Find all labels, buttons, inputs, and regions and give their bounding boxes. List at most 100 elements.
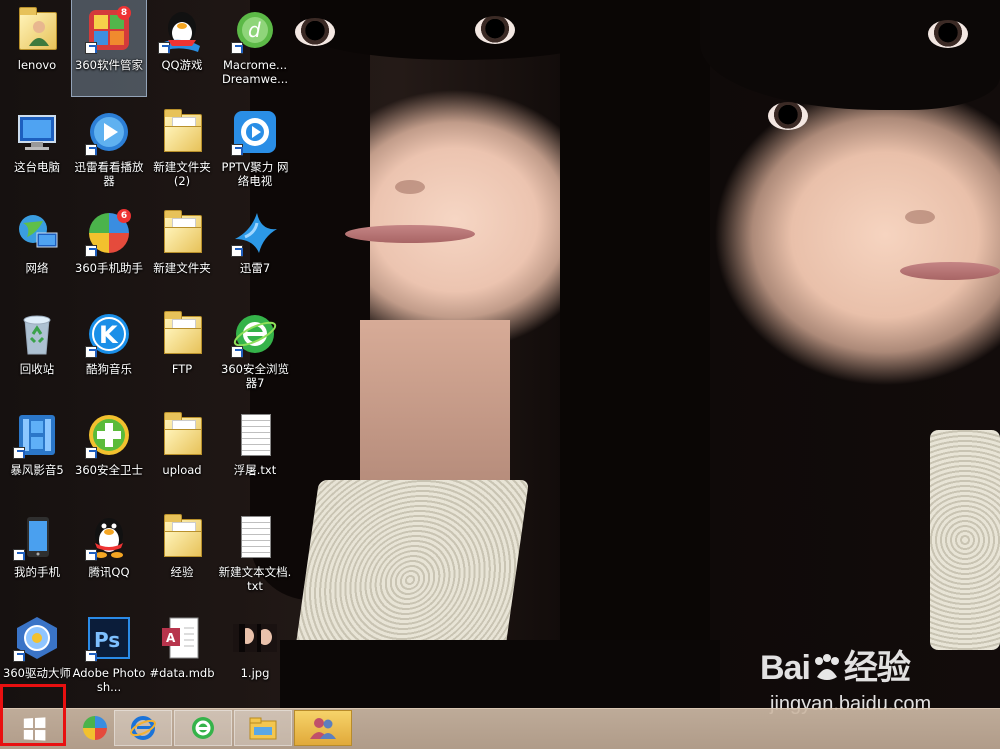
shortcut-arrow-icon: [85, 42, 97, 54]
svg-text:d: d: [248, 18, 261, 42]
text-file-icon: [241, 516, 271, 558]
desktop-icon-label: Macrome... Dreamwe...: [221, 58, 289, 86]
desktop-icon-label: 回收站: [19, 362, 55, 376]
start-button-highlight: [0, 684, 66, 746]
shortcut-arrow-icon: [231, 42, 243, 54]
folder-icon: [158, 411, 206, 459]
shortcut-arrow-icon: [85, 346, 97, 358]
desktop-icon-label: 360驱动大师: [3, 666, 71, 680]
shortcut-arrow-icon: [231, 245, 243, 257]
notification-badge: 8: [117, 6, 131, 20]
folder-icon: [158, 108, 206, 156]
access-database-icon: A: [158, 614, 206, 662]
desktop-icon[interactable]: 回收站: [0, 304, 74, 400]
shortcut-arrow-icon: [13, 650, 25, 662]
taskbar-item-internet-explorer[interactable]: [114, 710, 172, 746]
baofeng-player-icon: [13, 411, 61, 459]
desktop-icon[interactable]: Ps Adobe Photosh...: [72, 608, 146, 704]
xunlei-bird-icon: [231, 209, 279, 257]
desktop-icon[interactable]: 浮屠.txt: [218, 405, 292, 501]
desktop-icon[interactable]: 新建文本文档.txt: [218, 507, 292, 603]
desktop-icon-label: 暴风影音5: [10, 463, 64, 477]
desktop-icon[interactable]: d Macrome... Dreamwe...: [218, 0, 292, 96]
desktop-icon[interactable]: 6 360手机助手: [72, 203, 146, 299]
desktop-icon[interactable]: 迅雷看看播放器: [72, 102, 146, 198]
shortcut-arrow-icon: [85, 650, 97, 662]
desktop-icon[interactable]: 网络: [0, 203, 74, 299]
svg-text:A: A: [166, 631, 176, 645]
desktop-icon-label: Adobe Photosh...: [72, 666, 146, 694]
watermark-brand-left: Bai: [760, 649, 811, 687]
text-file-icon: [231, 411, 279, 459]
baidu-watermark: Bai 经验 jingyan.baidu.com: [760, 640, 990, 716]
desktop-icon[interactable]: 经验: [145, 507, 219, 603]
pptv-icon: [231, 108, 279, 156]
shortcut-arrow-icon: [13, 549, 25, 561]
360-driver-master-icon: [13, 614, 61, 662]
desktop-icon-label: PPTV聚力 网络电视: [221, 160, 289, 188]
desktop-icon[interactable]: 我的手机: [0, 507, 74, 603]
desktop-icon[interactable]: 新建文件夹 (2): [145, 102, 219, 198]
desktop-icon-label: 网络: [25, 261, 49, 275]
360-phone-assistant-icon: 6: [85, 209, 133, 257]
network-icon: [13, 209, 61, 257]
desktop-icon[interactable]: PPTV聚力 网络电视: [218, 102, 292, 198]
user-folder-icon: [13, 6, 61, 54]
phone-icon: [13, 513, 61, 561]
360-security-icon: [85, 411, 133, 459]
desktop-icon-label: 新建文件夹: [153, 261, 211, 275]
desktop-icon-label: lenovo: [17, 58, 57, 72]
svg-text:Ps: Ps: [94, 628, 120, 652]
image-thumbnail-icon: [231, 614, 279, 662]
dreamweaver-icon: d: [231, 6, 279, 54]
taskbar-item-360-browser[interactable]: [174, 710, 232, 746]
qq-penguin-icon: [85, 513, 133, 561]
computer-icon: [13, 108, 61, 156]
desktop-icon[interactable]: 迅雷7: [218, 203, 292, 299]
desktop-icon[interactable]: K 酷狗音乐: [72, 304, 146, 400]
desktop-icon-label: 浮屠.txt: [233, 463, 277, 477]
text-file-icon: [241, 414, 271, 456]
xunlei-player-icon: [85, 108, 133, 156]
kugou-music-icon: K: [85, 310, 133, 358]
desktop-icon[interactable]: 腾讯QQ: [72, 507, 146, 603]
svg-text:K: K: [99, 321, 119, 349]
shortcut-arrow-icon: [85, 144, 97, 156]
desktop-icon[interactable]: A #data.mdb: [145, 608, 219, 704]
desktop-icon-label: #data.mdb: [149, 666, 215, 680]
desktop-icon[interactable]: lenovo: [0, 0, 74, 96]
taskbar-item-users[interactable]: [294, 710, 352, 746]
shortcut-arrow-icon: [158, 42, 170, 54]
photoshop-icon: Ps: [85, 614, 133, 662]
desktop-icon-label: 腾讯QQ: [88, 565, 130, 579]
desktop-icon[interactable]: 1.jpg: [218, 608, 292, 704]
desktop-icon-label: 这台电脑: [14, 160, 60, 174]
recycle-bin-icon: [13, 310, 61, 358]
desktop-icon[interactable]: 360安全卫士: [72, 405, 146, 501]
desktop-icon-label: 酷狗音乐: [86, 362, 132, 376]
shortcut-arrow-icon: [13, 447, 25, 459]
360-software-manager-icon: 8: [85, 6, 133, 54]
desktop-icon-label: upload: [162, 463, 202, 477]
desktop-icon[interactable]: 新建文件夹: [145, 203, 219, 299]
desktop-icon-label: 新建文本文档.txt: [218, 565, 292, 593]
desktop-icon[interactable]: 8 360软件管家: [71, 0, 147, 97]
desktop-icon-label: 新建文件夹 (2): [153, 160, 211, 188]
taskbar-item-file-explorer[interactable]: [234, 710, 292, 746]
desktop-icon[interactable]: 暴风影音5: [0, 405, 74, 501]
shortcut-arrow-icon: [85, 245, 97, 257]
file-explorer-icon: [249, 717, 277, 740]
desktop-icon[interactable]: FTP: [145, 304, 219, 400]
desktop-icon-label: 360软件管家: [75, 58, 143, 72]
text-file-icon: [231, 513, 279, 561]
shortcut-arrow-icon: [85, 549, 97, 561]
desktop-icon[interactable]: QQ游戏: [145, 0, 219, 96]
desktop-icon[interactable]: upload: [145, 405, 219, 501]
desktop-icon-label: 360安全浏览器7: [221, 362, 289, 390]
desktop-icon-label: FTP: [171, 362, 193, 376]
desktop-icon-label: 迅雷看看播放器: [74, 160, 144, 188]
360-browser-icon: [192, 717, 214, 739]
desktop-icon[interactable]: 这台电脑: [0, 102, 74, 198]
internet-explorer-icon: [130, 716, 156, 740]
desktop-icon[interactable]: 360安全浏览器7: [218, 304, 292, 400]
